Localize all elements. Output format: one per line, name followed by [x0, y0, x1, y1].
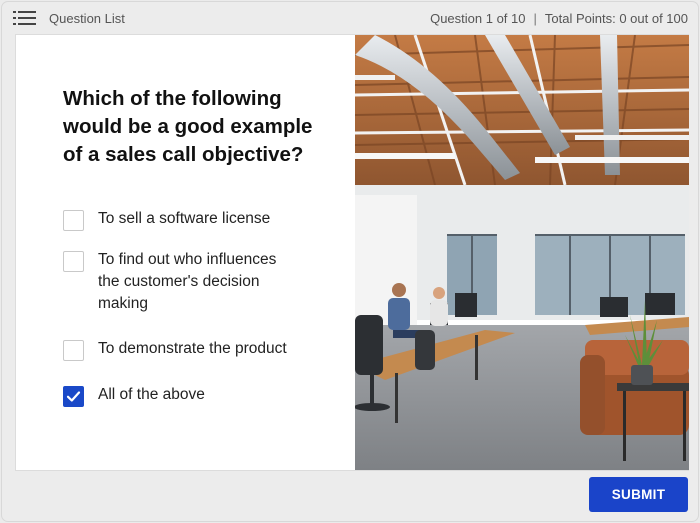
- option-checkbox[interactable]: [63, 251, 84, 272]
- option-checkbox-checked[interactable]: [63, 386, 84, 407]
- quiz-window: Question List Question 1 of 10 | Total Poi…: [1, 1, 699, 522]
- question-card: Which of the following would be a good e…: [15, 34, 689, 471]
- option-label: To find out who influences the customer'…: [98, 251, 277, 312]
- option-4[interactable]: All of the above: [63, 384, 298, 407]
- option-label: All of the above: [98, 386, 205, 403]
- submit-button[interactable]: SUBMIT: [589, 477, 688, 512]
- option-checkbox[interactable]: [63, 210, 84, 231]
- option-label: To sell a software license: [98, 210, 271, 227]
- points-counter: Total Points: 0 out of 100: [544, 11, 688, 26]
- option-1[interactable]: To sell a software license: [63, 208, 298, 231]
- question-list-label[interactable]: Question List: [49, 11, 125, 26]
- option-3[interactable]: To demonstrate the product: [63, 338, 298, 361]
- option-checkbox[interactable]: [63, 340, 84, 361]
- option-2[interactable]: To find out who influences the customer'…: [63, 249, 298, 315]
- separator: |: [533, 11, 537, 26]
- question-title: Which of the following would be a good e…: [63, 87, 313, 166]
- option-label: To demonstrate the product: [98, 340, 287, 357]
- checkmark-icon: [66, 391, 81, 402]
- question-counter: Question 1 of 10: [430, 11, 526, 26]
- top-bar: Question List Question 1 of 10 | Total Poi…: [2, 2, 700, 34]
- list-menu-icon[interactable]: [13, 11, 37, 25]
- question-panel: Which of the following would be a good e…: [16, 35, 355, 470]
- progress-indicator: Question 1 of 10 | Total Points: 0 out of …: [430, 11, 688, 26]
- office-photo: [355, 35, 689, 470]
